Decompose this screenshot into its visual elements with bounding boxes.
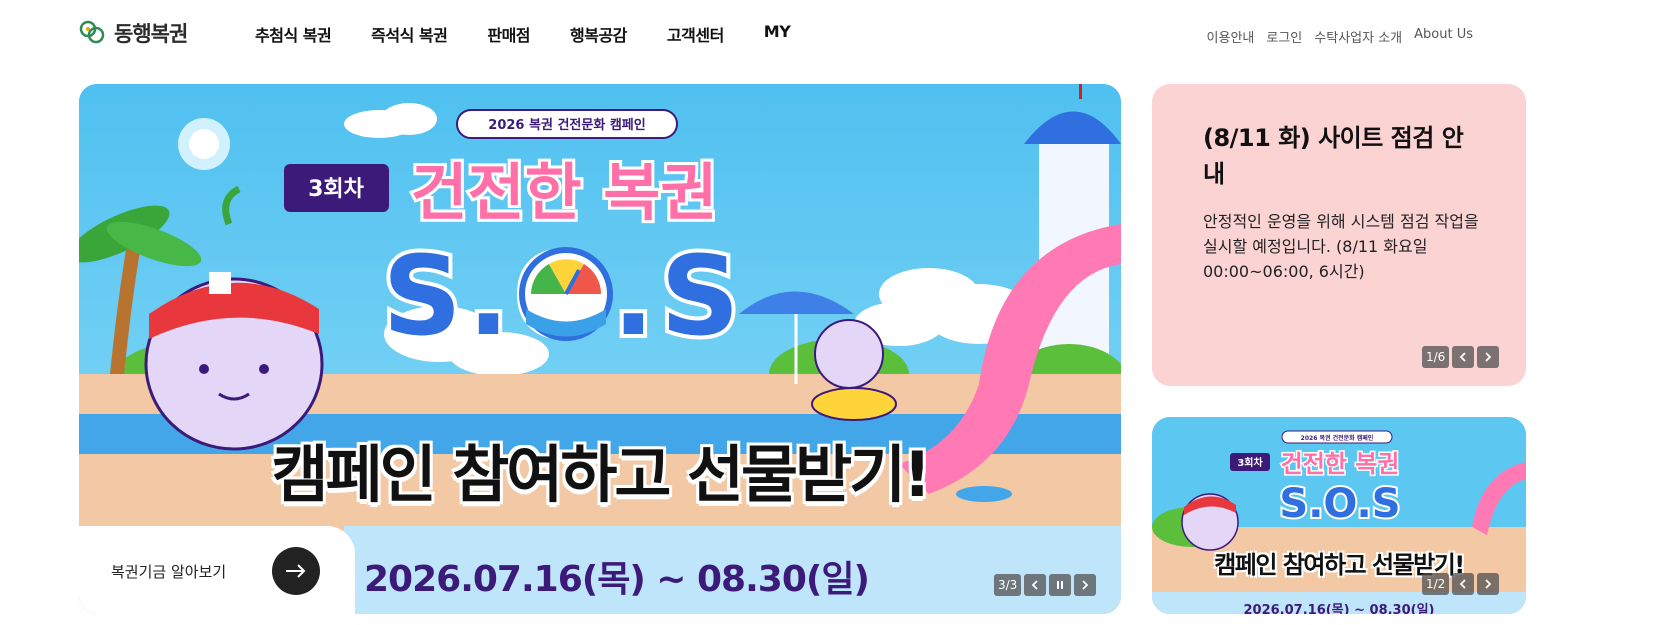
chevron-right-icon xyxy=(1082,580,1089,590)
notice-next-button[interactable] xyxy=(1477,346,1500,368)
pause-slide-button[interactable] xyxy=(1049,574,1072,596)
logo[interactable]: 동행복권 xyxy=(78,18,188,48)
util-guide[interactable]: 이용안내 xyxy=(1207,27,1255,46)
notice-counter: 1/6 xyxy=(1422,346,1450,368)
utility-nav: 이용안내 로그인 수탁사업자 소개 About Us xyxy=(1207,27,1473,46)
pause-icon xyxy=(1057,581,1064,589)
nav-happiness[interactable]: 행복공감 xyxy=(570,22,627,46)
round-badge: 3회차 xyxy=(308,177,365,202)
notice-controls: 1/6 xyxy=(1422,346,1500,368)
notice-prev-button[interactable] xyxy=(1452,346,1475,368)
fund-link-button[interactable] xyxy=(272,547,320,595)
nav-my[interactable]: MY xyxy=(764,22,791,46)
nav-retailers[interactable]: 판매점 xyxy=(487,22,530,46)
slide-counter: 3/3 xyxy=(994,574,1022,596)
chevron-right-icon xyxy=(1485,579,1492,589)
logo-icon xyxy=(79,20,105,44)
chevron-left-icon xyxy=(1460,352,1466,362)
next-slide-button[interactable] xyxy=(1074,574,1097,596)
sub-round-badge: 3회차 xyxy=(1237,456,1263,469)
notice-card[interactable]: (8/11 화) 사이트 점검 안내 안정적인 운영을 위해 시스템 점검 작업… xyxy=(1152,84,1526,386)
arrow-right-icon xyxy=(286,564,306,578)
sub-next-button[interactable] xyxy=(1477,573,1500,595)
sub-campaign-tag: 2026 복권 건전문화 캠페인 xyxy=(1301,434,1374,442)
util-login[interactable]: 로그인 xyxy=(1266,27,1302,46)
fund-link-label: 복권기금 알아보기 xyxy=(111,563,227,581)
campaign-date: 2026.07.16(목) ~ 08.30(일) xyxy=(364,559,870,600)
main-banner[interactable]: 2026 복권 건전문화 캠페인 3회차 건전한 복권 S.O.S 캠페인 참여… xyxy=(79,84,1121,614)
sub-prev-button[interactable] xyxy=(1452,573,1475,595)
chevron-left-icon xyxy=(1460,579,1466,589)
util-about-us[interactable]: About Us xyxy=(1414,27,1473,46)
global-nav: 추첨식 복권 즉석식 복권 판매점 행복공감 고객센터 MY xyxy=(255,22,791,46)
logo-text: 동행복권 xyxy=(114,22,188,46)
site-header: 동행복권 추첨식 복권 즉석식 복권 판매점 행복공감 고객센터 MY 이용안내… xyxy=(0,0,1661,70)
sub-headline: 건전한 복권 xyxy=(1281,450,1400,478)
sub-campaign-date: 2026.07.16(목) ~ 08.30(일) xyxy=(1243,603,1435,614)
sub-slide-counter: 1/2 xyxy=(1422,573,1450,595)
sub-banner[interactable]: 2026 복권 건전문화 캠페인 3회차 건전한 복권 S.O.S 캠페인 참여… xyxy=(1152,417,1526,614)
nav-instant-lottery[interactable]: 즉석식 복권 xyxy=(371,22,448,46)
fund-link-panel: 복권기금 알아보기 xyxy=(79,526,355,614)
sub-sos-logo: S.O.S xyxy=(1279,481,1400,527)
notice-title: (8/11 화) 사이트 점검 안내 xyxy=(1203,124,1464,188)
chevron-left-icon xyxy=(1032,580,1038,590)
nav-draw-lottery[interactable]: 추첨식 복권 xyxy=(255,22,332,46)
campaign-tag: 2026 복권 건전문화 캠페인 xyxy=(488,117,645,133)
prev-slide-button[interactable] xyxy=(1024,574,1047,596)
campaign-headline: 건전한 복권 xyxy=(411,156,718,229)
main-banner-controls: 3/3 xyxy=(994,574,1097,596)
util-trustee-intro[interactable]: 수탁사업자 소개 xyxy=(1314,27,1402,46)
chevron-right-icon xyxy=(1485,352,1492,362)
campaign-title: 캠페인 참여하고 선물받기! xyxy=(271,437,933,512)
notice-body: 안정적인 운영을 위해 시스템 점검 작업을 실시할 예정입니다. (8/11 … xyxy=(1203,212,1479,281)
sub-banner-controls: 1/2 xyxy=(1422,573,1500,595)
nav-customer-center[interactable]: 고객센터 xyxy=(667,22,724,46)
